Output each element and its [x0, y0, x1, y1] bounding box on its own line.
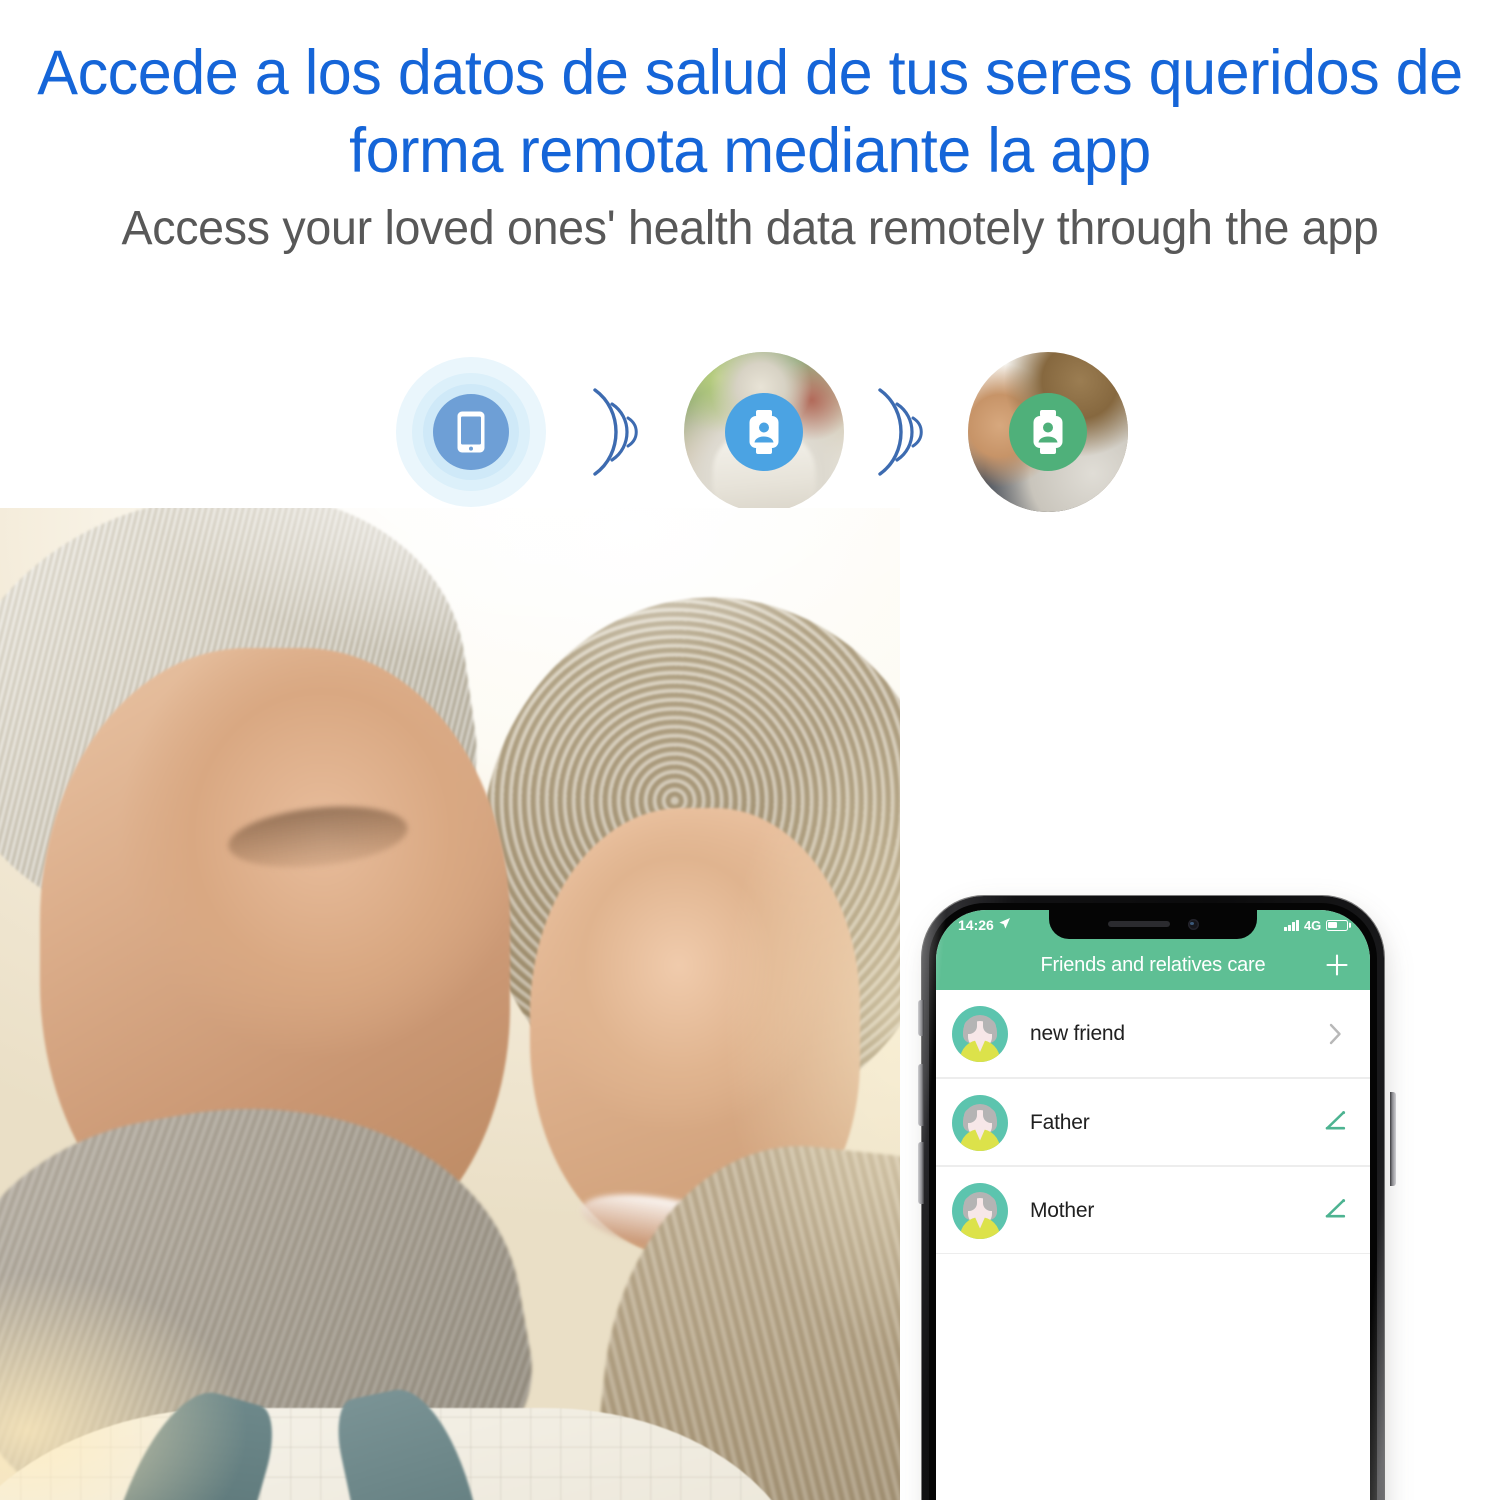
avatar-fringe-right — [983, 1019, 996, 1034]
avatar-fringe-right — [983, 1195, 996, 1211]
status-time: 14:26 — [958, 917, 994, 933]
phone-body: 14:26 4G Friends and relatives care new … — [922, 896, 1384, 1500]
headline-spanish: Accede a los datos de salud de tus seres… — [37, 38, 1463, 186]
status-bar-left: 14:26 — [958, 917, 1011, 933]
volume-down-button[interactable] — [918, 1142, 924, 1204]
status-bar-right: 4G — [1284, 918, 1348, 933]
promo-page: Accede a los datos de salud de tus seres… — [0, 0, 1500, 1500]
edit-pencil-icon[interactable] — [1318, 1194, 1352, 1228]
watch-badge-holder-2 — [968, 352, 1128, 512]
phone-notch — [1049, 910, 1257, 939]
smartwatch-person-icon-blue — [725, 393, 803, 471]
list-item[interactable]: Father — [936, 1078, 1370, 1166]
headline-english: Access your loved ones' health data remo… — [121, 202, 1379, 255]
volume-up-button[interactable] — [918, 1064, 924, 1126]
signal-waves-icon-1 — [581, 384, 651, 480]
avatar — [952, 1094, 1008, 1151]
location-arrow-icon — [998, 917, 1011, 933]
power-button[interactable] — [1390, 1092, 1396, 1186]
smartphone-icon — [433, 394, 509, 470]
list-item[interactable]: Mother — [936, 1166, 1370, 1254]
mute-switch[interactable] — [918, 1000, 924, 1036]
senior-couple-photo — [0, 508, 900, 1500]
avatar — [952, 1182, 1008, 1239]
network-label: 4G — [1304, 917, 1321, 933]
contacts-list: new friend Father Mother — [936, 990, 1370, 1254]
phone-node — [396, 357, 546, 507]
contact-name: Mother — [1030, 1198, 1095, 1222]
add-contact-button[interactable] — [1322, 950, 1352, 980]
contact-name: new friend — [1030, 1022, 1125, 1045]
battery-icon — [1326, 919, 1348, 931]
contact-name: Father — [1030, 1110, 1090, 1134]
connectivity-diagram — [396, 352, 1128, 522]
phone-mockup: 14:26 4G Friends and relatives care new … — [918, 896, 1396, 1500]
list-item[interactable]: new friend — [936, 990, 1370, 1078]
front-camera-icon — [1187, 918, 1199, 930]
smartwatch-person-icon-green — [1009, 393, 1087, 471]
chevron-right-icon[interactable] — [1318, 1017, 1352, 1051]
watch-badge-holder-1 — [684, 352, 844, 512]
headline-block: Accede a los datos de salud de tus seres… — [0, 34, 1500, 260]
app-header: Friends and relatives care — [936, 940, 1370, 990]
avatar — [952, 1006, 1008, 1062]
avatar-fringe-right — [983, 1107, 996, 1123]
signal-waves-icon-2 — [866, 384, 936, 480]
page-title: Friends and relatives care — [1040, 953, 1266, 976]
earpiece-speaker-icon — [1107, 921, 1170, 927]
signal-bars-icon — [1284, 919, 1300, 931]
edit-pencil-icon[interactable] — [1318, 1106, 1352, 1140]
phone-screen: 14:26 4G Friends and relatives care new … — [936, 910, 1370, 1500]
